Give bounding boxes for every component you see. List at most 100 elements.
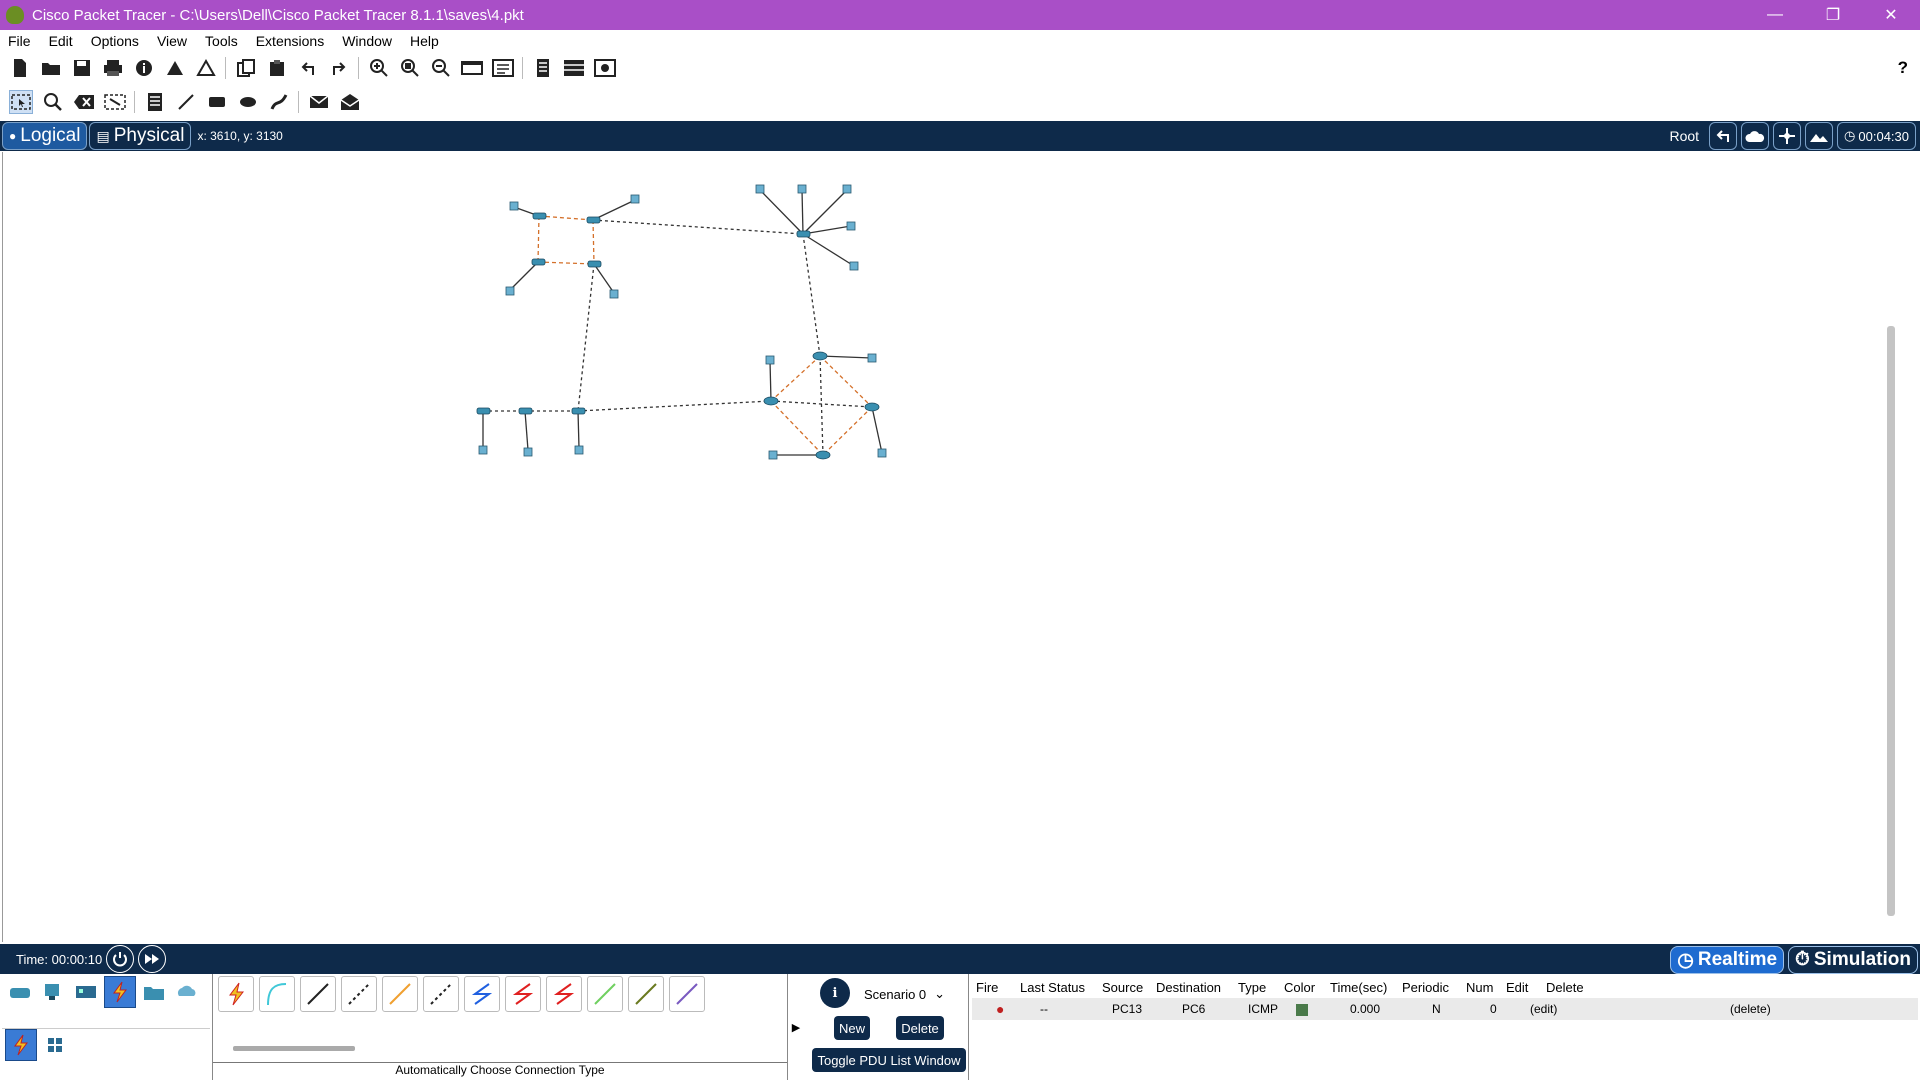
- paste-icon[interactable]: [266, 57, 288, 79]
- panel-splitter[interactable]: ▶: [790, 974, 802, 1080]
- power-cycle-icon[interactable]: [106, 945, 135, 973]
- link: [592, 219, 804, 235]
- pdu-delete-link[interactable]: (delete): [1730, 1002, 1790, 1016]
- zoom-in-icon[interactable]: [368, 57, 390, 79]
- link: [759, 189, 804, 235]
- move-icon[interactable]: [1773, 122, 1802, 150]
- cluster-icon[interactable]: [532, 57, 554, 79]
- col-edit: Edit: [1506, 979, 1529, 995]
- logical-workspace[interactable]: [2, 152, 1901, 942]
- workspace-scrollbar[interactable]: [1887, 326, 1895, 916]
- resize-icon[interactable]: [104, 91, 126, 113]
- realtime-button[interactable]: ◷ Realtime: [1670, 946, 1785, 974]
- auto-connection-icon[interactable]: [218, 976, 254, 1012]
- table-icon[interactable]: [563, 57, 585, 79]
- line-draw-icon[interactable]: [175, 91, 197, 113]
- col-type: Type: [1238, 979, 1267, 995]
- zoom-reset-icon[interactable]: [399, 57, 421, 79]
- menu-help[interactable]: Help: [402, 33, 449, 49]
- toolbar-divider: [358, 57, 359, 79]
- select-icon[interactable]: [9, 90, 33, 114]
- pc-node: [523, 447, 533, 457]
- coaxial-icon[interactable]: [464, 976, 500, 1012]
- simple-pdu-icon[interactable]: [308, 91, 330, 113]
- complex-pdu-icon[interactable]: [339, 91, 361, 113]
- background-image-icon[interactable]: [1805, 122, 1834, 150]
- console-icon[interactable]: [259, 976, 295, 1012]
- connections-icon[interactable]: [104, 976, 136, 1008]
- usb-icon[interactable]: [669, 976, 705, 1012]
- fire-icon[interactable]: ●: [972, 1001, 1016, 1017]
- redo-icon[interactable]: [328, 57, 350, 79]
- copy-icon[interactable]: [235, 57, 257, 79]
- grid-view-icon[interactable]: [40, 1030, 70, 1060]
- iot-custom-icon[interactable]: [628, 976, 664, 1012]
- custom-device-icon[interactable]: [492, 57, 514, 79]
- main-toolbar: [0, 54, 1920, 82]
- rectangle-icon[interactable]: [206, 91, 228, 113]
- menu-extensions[interactable]: Extensions: [248, 33, 334, 49]
- components-icon[interactable]: [71, 977, 101, 1007]
- minimize-icon[interactable]: —: [1746, 0, 1804, 30]
- activity-wizard-icon[interactable]: [195, 57, 217, 79]
- open-folder-icon[interactable]: [40, 57, 62, 79]
- save-icon[interactable]: [71, 57, 93, 79]
- note-icon[interactable]: [144, 91, 166, 113]
- info-icon[interactable]: [133, 57, 155, 79]
- menu-edit[interactable]: Edit: [41, 33, 83, 49]
- pc-node: [630, 194, 640, 204]
- ellipse-icon[interactable]: [237, 91, 259, 113]
- network-devices-icon[interactable]: [5, 977, 35, 1007]
- network-topology: [476, 184, 887, 460]
- print-icon[interactable]: [102, 57, 124, 79]
- octal-icon[interactable]: [587, 976, 623, 1012]
- help-button[interactable]: ?: [1898, 58, 1908, 78]
- connection-scrollbar[interactable]: [233, 1046, 355, 1051]
- toggle-pdu-list-button[interactable]: Toggle PDU List Window: [812, 1048, 966, 1072]
- scenario-info-icon[interactable]: i: [820, 978, 850, 1008]
- menu-file[interactable]: File: [0, 33, 41, 49]
- new-scenario-button[interactable]: New: [834, 1016, 870, 1040]
- serial-dte-icon[interactable]: [546, 976, 582, 1012]
- copper-straight-icon[interactable]: [300, 976, 336, 1012]
- pdu-edit-link[interactable]: (edit): [1516, 1002, 1730, 1016]
- back-icon[interactable]: [1709, 122, 1738, 150]
- phone-icon[interactable]: [423, 976, 459, 1012]
- tab-logical[interactable]: ● Logical: [2, 122, 88, 150]
- restore-icon[interactable]: ❐: [1804, 0, 1862, 30]
- menu-view[interactable]: View: [149, 33, 197, 49]
- clock-time: 00:04:30: [1858, 128, 1909, 144]
- copper-cross-icon[interactable]: [341, 976, 377, 1012]
- zoom-out-icon[interactable]: [430, 57, 452, 79]
- router-node: [812, 351, 828, 361]
- drawing-palette-icon[interactable]: [461, 57, 483, 79]
- multiuser-icon[interactable]: [172, 977, 202, 1007]
- fiber-icon[interactable]: [382, 976, 418, 1012]
- pdu-destination: PC6: [1182, 1002, 1206, 1016]
- new-file-icon[interactable]: [9, 57, 31, 79]
- cloud-icon[interactable]: [1741, 122, 1770, 150]
- link: [537, 261, 595, 265]
- menu-window[interactable]: Window: [334, 33, 402, 49]
- miscellaneous-icon[interactable]: [139, 977, 169, 1007]
- close-icon[interactable]: ✕: [1862, 0, 1920, 30]
- router-node: [864, 402, 880, 412]
- end-devices-icon[interactable]: [38, 977, 68, 1007]
- menu-tools[interactable]: Tools: [197, 33, 248, 49]
- viewport-icon[interactable]: [594, 57, 616, 79]
- delete-scenario-button[interactable]: Delete: [896, 1016, 944, 1040]
- fast-forward-icon[interactable]: [138, 945, 167, 973]
- network-wizard-icon[interactable]: [164, 57, 186, 79]
- serial-dce-icon[interactable]: [505, 976, 541, 1012]
- pdu-row[interactable]: ● -- PC13 PC6 ICMP 0.000 N 0 (edit) (del…: [972, 998, 1918, 1020]
- tab-physical[interactable]: ▤ Physical: [89, 122, 192, 150]
- connections-icon[interactable]: [5, 1029, 37, 1061]
- scenario-dropdown[interactable]: Scenario 0 ⌄: [864, 984, 952, 1004]
- delete-icon[interactable]: [73, 91, 95, 113]
- pdu-color-swatch: [1290, 1002, 1336, 1016]
- simulation-button[interactable]: ⏱ Simulation: [1788, 946, 1918, 974]
- menu-options[interactable]: Options: [83, 33, 149, 49]
- freeform-icon[interactable]: [268, 91, 290, 113]
- inspect-icon[interactable]: [42, 91, 64, 113]
- undo-icon[interactable]: [297, 57, 319, 79]
